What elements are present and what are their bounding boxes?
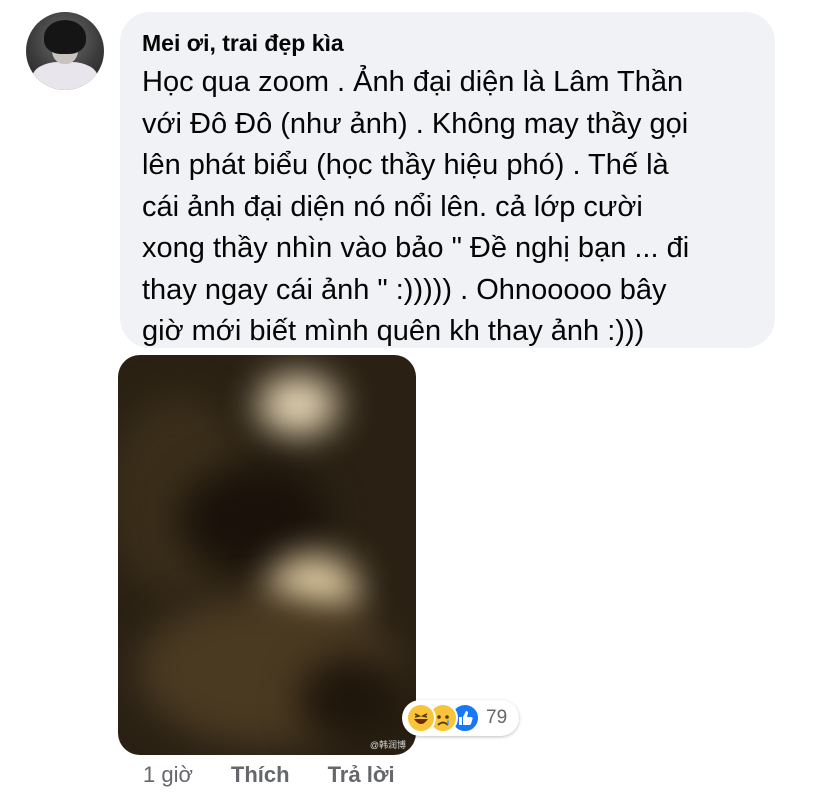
avatar[interactable]: [26, 12, 104, 90]
comment-author[interactable]: Mei ơi, trai đẹp kìa: [142, 28, 753, 58]
reactions-summary[interactable]: 79: [402, 700, 520, 736]
avatar-hair: [44, 20, 86, 54]
like-button[interactable]: Thích: [231, 760, 290, 790]
photo-blur-shadow: [298, 655, 408, 745]
haha-icon: [406, 703, 436, 733]
comment-timestamp[interactable]: 1 giờ: [143, 760, 193, 790]
reaction-count: 79: [486, 707, 508, 728]
reply-button[interactable]: Trả lời: [328, 760, 395, 790]
comment-actions: 1 giờ Thích Trả lời: [143, 760, 395, 790]
comment-text: Học qua zoom . Ảnh đại diện là Lâm Thần …: [142, 66, 690, 347]
avatar-shirt: [32, 62, 98, 90]
comment-bubble: Mei ơi, trai đẹp kìa Học qua zoom . Ảnh …: [120, 12, 775, 348]
photo-blur-light: [258, 375, 338, 435]
comment-photo[interactable]: @韩润博: [118, 355, 416, 755]
photo-watermark: @韩润博: [369, 740, 406, 750]
